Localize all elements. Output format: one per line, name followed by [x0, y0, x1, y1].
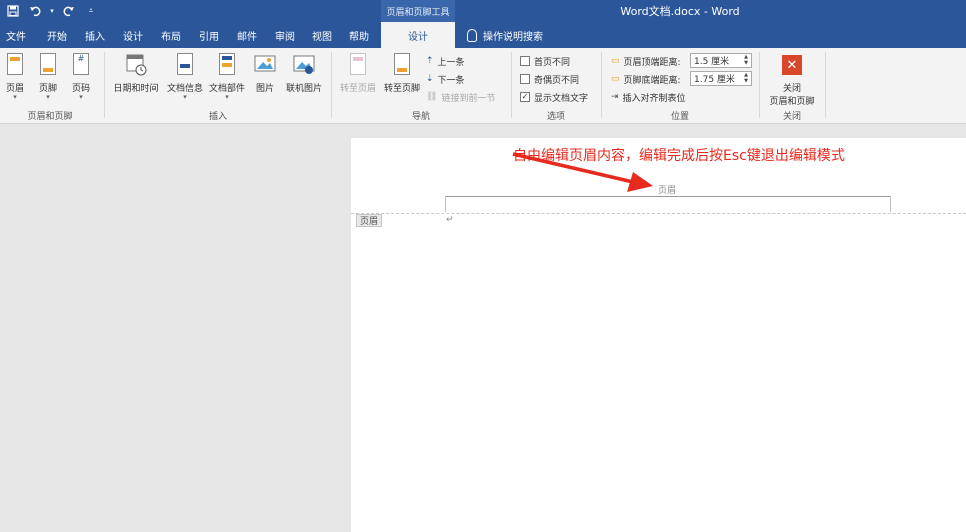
document-info-icon	[174, 52, 196, 78]
tell-me-search[interactable]: 操作说明搜索	[467, 22, 543, 48]
previous-button[interactable]: ⇡ 上一条	[426, 53, 465, 69]
context-tab-title: 页眉和页脚工具	[381, 0, 455, 22]
online-picture-icon	[293, 52, 315, 78]
previous-icon: ⇡	[426, 56, 434, 66]
lightbulb-icon	[467, 28, 477, 42]
quick-access-toolbar: ▾ ⩡	[4, 2, 100, 20]
footer-button[interactable]: 页脚 ▾	[36, 52, 60, 101]
checkbox-first-page[interactable]	[520, 56, 530, 66]
group-label-insert: 插入	[208, 112, 227, 122]
group-label-options: 选项	[546, 112, 565, 122]
tab-help[interactable]: 帮助	[349, 22, 369, 48]
quick-parts-icon	[216, 52, 238, 78]
goto-header-icon	[347, 52, 369, 78]
goto-header-button[interactable]: 转至页眉	[338, 52, 378, 94]
close-header-footer-button[interactable]: ✕ 关闭 页眉和页脚	[765, 52, 819, 107]
header-distance-icon: ▭	[611, 56, 620, 66]
tell-me-label: 操作说明搜索	[483, 31, 543, 43]
link-to-previous-button[interactable]: ⛓ 链接到前一节	[426, 89, 495, 105]
calendar-icon	[125, 52, 147, 78]
group-divider	[511, 52, 512, 118]
spinner-arrows-icon[interactable]: ▲ ▼	[742, 54, 750, 67]
insert-alignment-tab-button[interactable]: ⇥ 插入对齐制表位	[611, 89, 686, 105]
tab-view[interactable]: 视图	[312, 22, 332, 48]
spinner-arrows-icon[interactable]: ▲ ▼	[742, 72, 750, 85]
group-divider	[825, 52, 826, 118]
paragraph-mark: ↵	[446, 215, 454, 225]
close-icon: ✕	[781, 52, 803, 78]
checkbox-odd-even[interactable]	[520, 74, 530, 84]
tab-home[interactable]: 开始	[47, 22, 67, 48]
undo-dropdown-icon[interactable]: ▾	[48, 2, 56, 20]
footer-distance-icon: ▭	[611, 74, 620, 84]
goto-footer-icon	[391, 52, 413, 78]
next-icon: ⇣	[426, 74, 434, 84]
title-bar: ▾ ⩡ 页眉和页脚工具 Word文档.docx - Word	[0, 0, 966, 22]
header-tag: 页眉	[356, 214, 383, 227]
undo-icon[interactable]	[26, 2, 44, 20]
footer-distance-spinner[interactable]: 1.75 厘米 ▲ ▼	[690, 71, 752, 86]
redo-icon[interactable]	[60, 2, 78, 20]
group-divider	[331, 52, 332, 118]
group-label-position: 位置	[670, 112, 689, 122]
group-divider	[104, 52, 105, 118]
save-icon[interactable]	[4, 2, 22, 20]
checkbox-show-text[interactable]: ✓	[520, 92, 530, 102]
next-button[interactable]: ⇣ 下一条	[426, 71, 465, 87]
document-title: Word文档.docx - Word	[620, 5, 740, 18]
picture-icon	[254, 52, 276, 78]
alignment-tab-icon: ⇥	[611, 92, 619, 102]
date-time-button[interactable]: 日期和时间	[112, 52, 160, 94]
tab-file[interactable]: 文件	[6, 22, 26, 48]
page-number-icon: #	[70, 52, 92, 78]
different-first-page-checkbox[interactable]: 首页不同	[520, 53, 570, 69]
tab-insert[interactable]: 插入	[85, 22, 105, 48]
annotation-text: 自由编辑页眉内容，编辑完成后按Esc键退出编辑模式	[513, 148, 845, 164]
show-document-text-checkbox[interactable]: ✓ 显示文档文字	[520, 89, 588, 105]
group-label-close: 关闭	[782, 112, 801, 122]
link-icon: ⛓	[426, 92, 438, 102]
tab-references[interactable]: 引用	[199, 22, 219, 48]
goto-footer-button[interactable]: 转至页脚	[382, 52, 422, 94]
tab-review[interactable]: 审阅	[275, 22, 295, 48]
quick-parts-button[interactable]: 文档部件 ▾	[207, 52, 247, 101]
ribbon: 页眉 ▾ 页脚 ▾ # 页码 ▾ 页眉和页脚 日期和时间 文档信息 ▾ 文档部件…	[0, 48, 966, 124]
tab-mailings[interactable]: 邮件	[237, 22, 257, 48]
footer-icon	[37, 52, 59, 78]
customize-icon[interactable]: ⩡	[82, 2, 100, 20]
ribbon-tabs: 文件 开始 插入 设计 布局 引用 邮件 审阅 视图 帮助 设计 操作说明搜索	[0, 22, 966, 48]
online-picture-button[interactable]: 联机图片	[283, 52, 325, 94]
group-divider	[601, 52, 602, 118]
header-margin-left	[445, 196, 446, 212]
document-info-button[interactable]: 文档信息 ▾	[165, 52, 205, 101]
picture-button[interactable]: 图片	[253, 52, 277, 94]
page-number-button[interactable]: # 页码 ▾	[69, 52, 93, 101]
different-odd-even-checkbox[interactable]: 奇偶页不同	[520, 71, 579, 87]
group-divider	[759, 52, 760, 118]
header-distance-spinner[interactable]: 1.5 厘米 ▲ ▼	[690, 53, 752, 68]
header-boundary-line	[351, 213, 966, 214]
group-label-navigation: 导航	[411, 112, 430, 122]
tab-layout[interactable]: 布局	[161, 22, 181, 48]
header-margin-right	[890, 196, 891, 212]
header-button[interactable]: 页眉 ▾	[3, 52, 27, 101]
tab-design[interactable]: 设计	[123, 22, 143, 48]
tab-header-footer-design[interactable]: 设计	[381, 22, 455, 48]
group-label-header-footer: 页眉和页脚	[27, 112, 73, 122]
header-distance-label: ▭ 页眉顶端距离:	[611, 56, 681, 68]
header-icon	[4, 52, 26, 78]
footer-distance-label: ▭ 页脚底端距离:	[611, 74, 681, 86]
